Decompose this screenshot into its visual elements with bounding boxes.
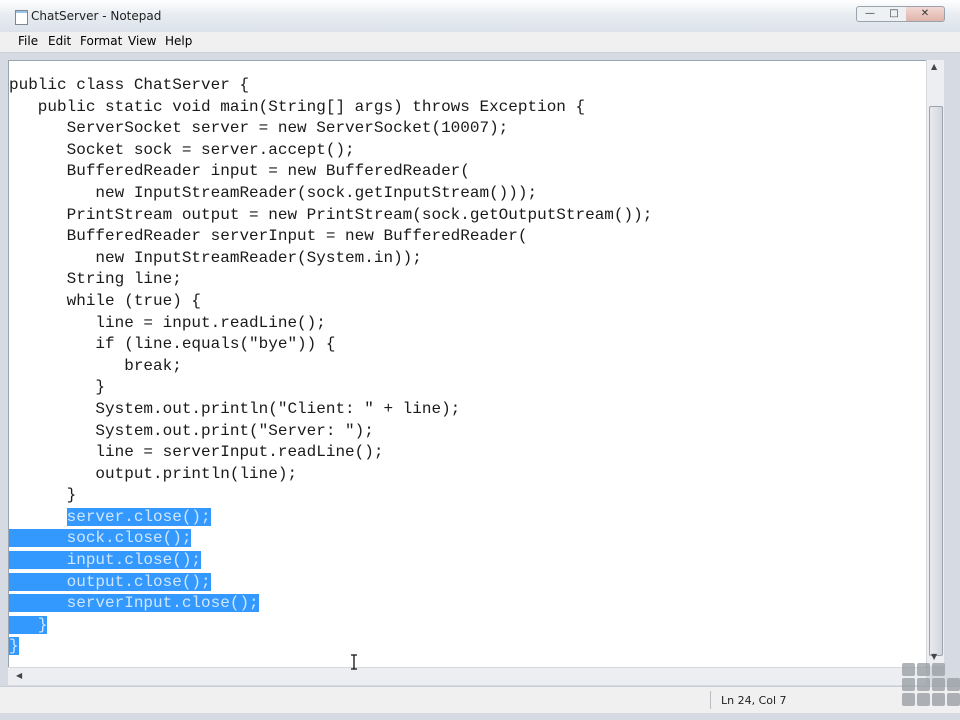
code-line-text: System.out.print("Server: "); [9,421,374,440]
minimize-button[interactable]: — [856,6,884,22]
menu-file[interactable]: File [16,34,40,48]
code-line: System.out.print("Server: "); [9,421,652,443]
text-editor[interactable]: public class ChatServer { public static … [8,60,927,668]
menu-edit[interactable]: Edit [46,34,73,48]
cursor-position: Ln 24, Col 7 [721,694,787,707]
selected-text: server.close(); [66,507,211,526]
code-line: output.println(line); [9,464,652,486]
code-line: BufferedReader input = new BufferedReade… [9,161,652,183]
code-line: sock.close(); [9,528,652,550]
code-line-text: output.println(line); [9,464,298,483]
vertical-scroll-thumb[interactable] [929,106,943,656]
code-line-text: new InputStreamReader(sock.getInputStrea… [9,183,538,202]
code-line: Socket sock = server.accept(); [9,140,652,162]
scroll-left-icon[interactable]: ◀ [16,671,22,680]
scroll-up-icon[interactable]: ▲ [931,62,937,71]
menu-help[interactable]: Help [163,34,194,48]
code-line: serverInput.close(); [9,593,652,615]
code-line: public static void main(String[] args) t… [9,97,652,119]
code-line-text: PrintStream output = new PrintStream(soc… [9,205,653,224]
code-line: } [9,615,652,637]
selected-text: serverInput.close(); [9,594,259,613]
code-line-text: Socket sock = server.accept(); [9,140,355,159]
code-line-text: BufferedReader serverInput = new Buffere… [9,227,528,246]
code-line-text: line = input.readLine(); [9,313,326,332]
code-line-text: break; [9,356,182,375]
code-line-text: ServerSocket server = new ServerSocket(1… [9,119,509,138]
vertical-scrollbar[interactable]: ▲ ▼ [926,60,944,666]
menu-view[interactable]: View [126,34,158,48]
code-line-text: while (true) { [9,291,202,310]
code-line-text: String line; [9,270,182,289]
code-line-text: System.out.println("Client: " + line); [9,399,461,418]
code-line: public class ChatServer { [9,75,652,97]
window-title: ChatServer - Notepad [31,9,162,23]
code-line-text: if (line.equals("bye")) { [9,335,336,354]
selected-text: } [9,615,48,634]
horizontal-scrollbar[interactable]: ◀ [8,667,926,685]
code-line: String line; [9,269,652,291]
code-line: PrintStream output = new PrintStream(soc… [9,205,653,227]
selected-text: } [9,637,19,656]
code-line-text: BufferedReader input = new BufferedReade… [9,162,470,181]
selected-text: output.close(); [9,572,211,591]
code-line: new InputStreamReader(sock.getInputStrea… [9,183,652,205]
selected-text: sock.close(); [9,529,192,548]
code-line: server.close(); [9,507,652,529]
code-line: } [9,485,652,507]
code-line: System.out.println("Client: " + line); [9,399,652,421]
code-line-text: } [9,378,106,397]
code-line-text: new InputStreamReader(System.in)); [9,248,422,267]
code-line: line = serverInput.readLine(); [9,442,652,464]
status-bar: Ln 24, Col 7 [0,686,960,713]
code-line: BufferedReader serverInput = new Buffere… [9,226,652,248]
code-text: public class ChatServer { public static … [9,75,652,658]
code-line: } [9,377,652,399]
watermark-logo [898,657,960,720]
code-line: line = input.readLine(); [9,313,652,335]
code-line: ServerSocket server = new ServerSocket(1… [9,118,652,140]
status-divider [710,691,711,709]
code-line-text: } [9,486,77,505]
code-line: break; [9,356,652,378]
code-line: output.close(); [9,572,652,594]
menu-format[interactable]: Format [78,34,124,48]
selected-text: input.close(); [9,551,202,570]
code-line-text: public static void main(String[] args) t… [9,97,586,116]
code-line: while (true) { [9,291,652,313]
title-bar: ChatServer - Notepad — □ ✕ [0,0,960,33]
code-line: new InputStreamReader(System.in)); [9,248,652,270]
menu-bar: File Edit Format View Help [0,32,960,53]
maximize-button[interactable]: □ [882,6,907,22]
notepad-app-icon [15,10,28,25]
ibeam-cursor-icon [351,654,357,670]
code-line: input.close(); [9,550,652,572]
close-button[interactable]: ✕ [906,6,945,22]
code-line-text: public class ChatServer { [9,76,250,94]
code-line: } [9,636,652,658]
code-line: if (line.equals("bye")) { [9,334,652,356]
code-line-text: line = serverInput.readLine(); [9,443,384,462]
